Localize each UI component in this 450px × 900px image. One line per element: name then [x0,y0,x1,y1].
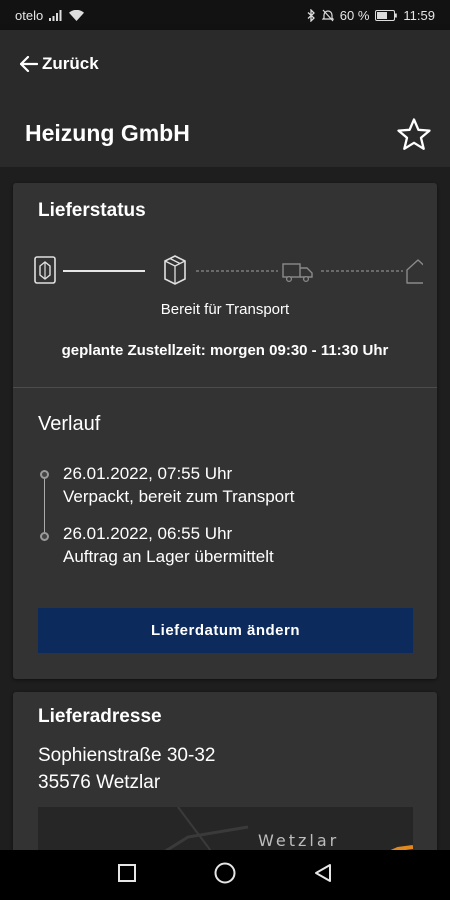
divider [13,387,437,388]
navigation-bar [0,850,450,900]
delivery-progress [34,255,423,285]
history-text: Auftrag an Lager übermittelt [63,547,274,566]
carrier-name: otelo [15,7,44,23]
address-street: Sophienstraße 30-32 [38,745,216,766]
back-label: Zurück [42,54,99,73]
bluetooth-icon [307,8,316,22]
back-nav-button[interactable] [310,862,336,888]
mute-icon [321,9,334,22]
address-city: 35576 Wetzlar [38,772,161,793]
change-delivery-date-button[interactable]: Lieferdatum ändern [38,608,413,653]
recent-apps-button[interactable] [114,862,140,888]
timeline-dot [40,470,49,479]
history-timestamp: 26.01.2022, 06:55 Uhr [63,524,233,543]
delivery-status-card: Lieferstatus Bereit für Transport geplan… [13,183,437,679]
map-preview[interactable]: Wetzlar [38,807,413,850]
history-timestamp: 26.01.2022, 07:55 Uhr [63,464,233,483]
wifi-icon [69,9,85,21]
signal-icon [49,9,63,21]
page-title: Heizung GmbH [25,120,190,146]
timeline-line [44,475,45,537]
back-arrow-icon [20,56,38,72]
map-city-label: Wetzlar [258,831,340,850]
app-header: Zurück Heizung GmbH [0,30,450,167]
nav-square-icon [118,863,136,887]
planned-delivery-time: geplante Zustellzeit: morgen 09:30 - 11:… [61,342,389,359]
house-icon [406,259,423,284]
history-item: 26.01.2022, 07:55 Uhr Verpackt, bereit z… [63,462,295,508]
star-icon [396,118,432,157]
history-item: 26.01.2022, 06:55 Uhr Auftrag an Lager ü… [63,522,274,568]
map-roads [164,807,413,850]
home-button[interactable] [212,862,238,888]
history-text: Verpackt, bereit zum Transport [63,487,295,506]
address-block: Sophienstraße 30-32 35576 Wetzlar [38,742,215,796]
package-icon [164,255,186,285]
truck-icon [282,263,313,283]
delivery-status-title: Lieferstatus [38,200,146,221]
battery-icon [375,9,398,21]
nav-triangle-icon [314,863,332,888]
history-title: Verlauf [38,413,101,435]
delivery-address-title: Lieferadresse [38,706,162,727]
battery-percent: 60 % [339,7,370,23]
content-area[interactable]: Lieferstatus Bereit für Transport geplan… [0,167,450,850]
delivery-status-text: Bereit für Transport [160,301,290,318]
nav-circle-icon [214,862,236,889]
back-button[interactable]: Zurück [20,54,99,74]
clock: 11:59 [403,7,435,23]
order-received-icon [34,256,56,284]
favorite-button[interactable] [396,117,432,158]
delivery-address-card: Lieferadresse Sophienstraße 30-32 35576 … [13,692,437,850]
status-bar: otelo 60 % 11:59 [0,0,450,30]
timeline-dot [40,532,49,541]
